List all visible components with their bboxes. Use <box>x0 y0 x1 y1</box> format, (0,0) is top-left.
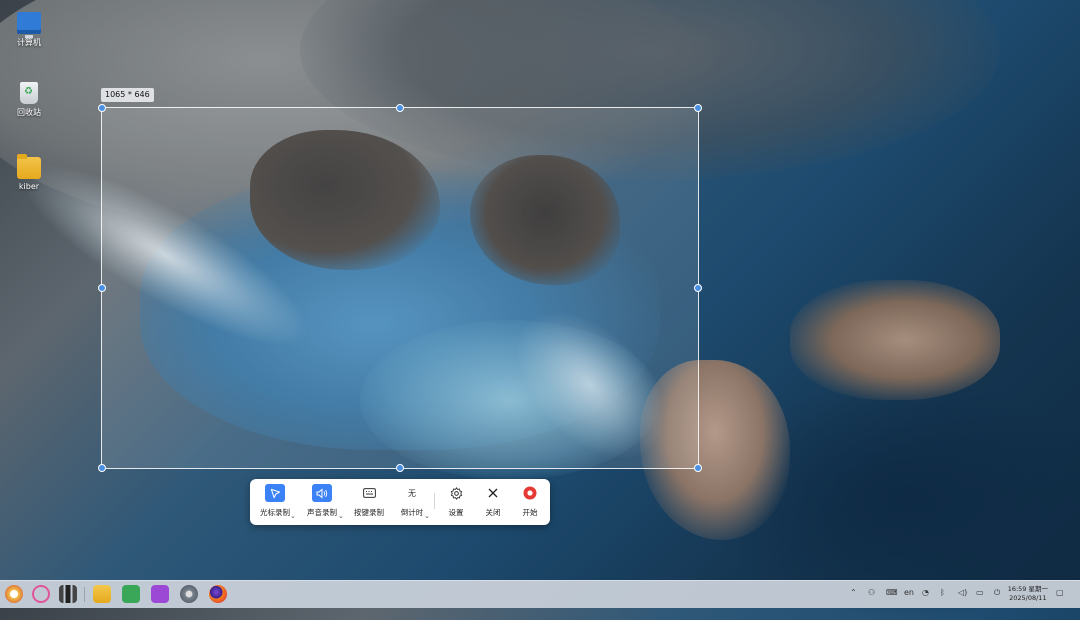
input-method-indicator[interactable]: en <box>904 588 914 597</box>
notification-icon[interactable]: ▢ <box>1056 588 1064 597</box>
desktop-icon-label: 回收站 <box>17 108 41 117</box>
toolbar-label: 按键录制 <box>354 508 384 517</box>
desktop-icon-folder[interactable]: kiber <box>8 154 50 191</box>
bluetooth-icon[interactable]: ᛒ <box>940 588 945 597</box>
selection-size-label: 1065 * 646 <box>101 88 154 102</box>
launcher-icon[interactable] <box>5 585 23 603</box>
toolbar-label: 声音录制 <box>307 508 337 517</box>
desktop-icon-trash[interactable]: 回收站 <box>8 82 50 118</box>
clock[interactable]: 16:59 星期一 2025/08/11 <box>1008 585 1048 603</box>
clock-date: 2025/08/11 <box>1009 594 1047 602</box>
power-icon[interactable]: ⏻ <box>994 588 1000 598</box>
trash-icon <box>20 82 38 104</box>
desktop-icon-label: 计算机 <box>17 38 41 47</box>
software-store-icon[interactable] <box>151 585 169 603</box>
file-manager-icon[interactable] <box>93 585 111 603</box>
desktop-icon-label: kiber <box>18 182 40 191</box>
multitask-icon[interactable] <box>59 585 77 603</box>
capture-region[interactable] <box>98 104 702 472</box>
record-icon <box>520 484 540 502</box>
computer-icon <box>17 12 41 38</box>
keyboard-icon <box>359 484 379 502</box>
toolbar-label: 设置 <box>448 508 464 517</box>
toolbar-divider <box>434 493 435 509</box>
mail-icon[interactable] <box>122 585 140 603</box>
resize-handle-right[interactable] <box>694 284 702 292</box>
chevron-down-icon[interactable]: ⌄ <box>290 512 296 520</box>
resize-handle-top-left[interactable] <box>98 104 106 112</box>
clock-time: 16:59 星期一 <box>1007 585 1048 593</box>
toolbar-label: 开始 <box>522 508 538 517</box>
cursor-record-button[interactable]: 光标录制 <box>257 484 293 518</box>
taskbar-divider <box>84 587 85 602</box>
battery-icon[interactable]: ▭ <box>976 588 984 597</box>
desktop-icon-computer[interactable]: 计算机 <box>8 12 50 48</box>
wifi-icon[interactable]: ◔ <box>922 588 929 597</box>
audio-record-button[interactable]: 声音录制 <box>302 484 342 518</box>
chevron-down-icon[interactable]: ⌄ <box>338 512 344 520</box>
close-button[interactable]: 关闭 <box>479 484 507 518</box>
close-icon <box>483 484 503 502</box>
resize-handle-left[interactable] <box>98 284 106 292</box>
toolbar-label: 光标录制 <box>260 508 290 517</box>
settings-icon[interactable] <box>180 585 198 603</box>
chevron-down-icon[interactable]: ⌄ <box>424 512 430 520</box>
settings-button[interactable]: 设置 <box>442 484 470 518</box>
firefox-icon[interactable] <box>209 585 227 603</box>
resize-handle-bottom-left[interactable] <box>98 464 106 472</box>
gear-icon <box>446 484 466 502</box>
keystroke-record-button[interactable]: 按键录制 <box>350 484 388 518</box>
wallpaper-cliff <box>790 280 1000 400</box>
resize-handle-top-right[interactable] <box>694 104 702 112</box>
search-icon[interactable] <box>32 585 50 603</box>
resize-handle-top[interactable] <box>396 104 404 112</box>
keyboard-tray-icon[interactable]: ⌨ <box>886 588 898 597</box>
recording-toolbar: 光标录制 ⌄ 声音录制 ⌄ 按键录制 无 倒计时 ⌄ 设置 关闭 开始 <box>250 479 550 525</box>
speaker-icon <box>312 484 332 502</box>
cursor-icon <box>265 484 285 502</box>
resize-handle-bottom-right[interactable] <box>694 464 702 472</box>
volume-icon[interactable]: ◁) <box>958 588 967 597</box>
network-share-icon[interactable]: ⚇ <box>868 588 875 597</box>
folder-icon <box>17 154 41 179</box>
start-record-button[interactable]: 开始 <box>516 484 544 518</box>
taskbar: ⌃ ⚇ ⌨ en ◔ ᛒ ◁) ▭ ⏻ 16:59 星期一 2025/08/11… <box>0 580 1080 608</box>
countdown-value: 无 <box>408 488 416 498</box>
tray-expand-icon[interactable]: ⌃ <box>850 588 857 597</box>
toolbar-label: 关闭 <box>485 508 501 517</box>
resize-handle-bottom[interactable] <box>396 464 404 472</box>
